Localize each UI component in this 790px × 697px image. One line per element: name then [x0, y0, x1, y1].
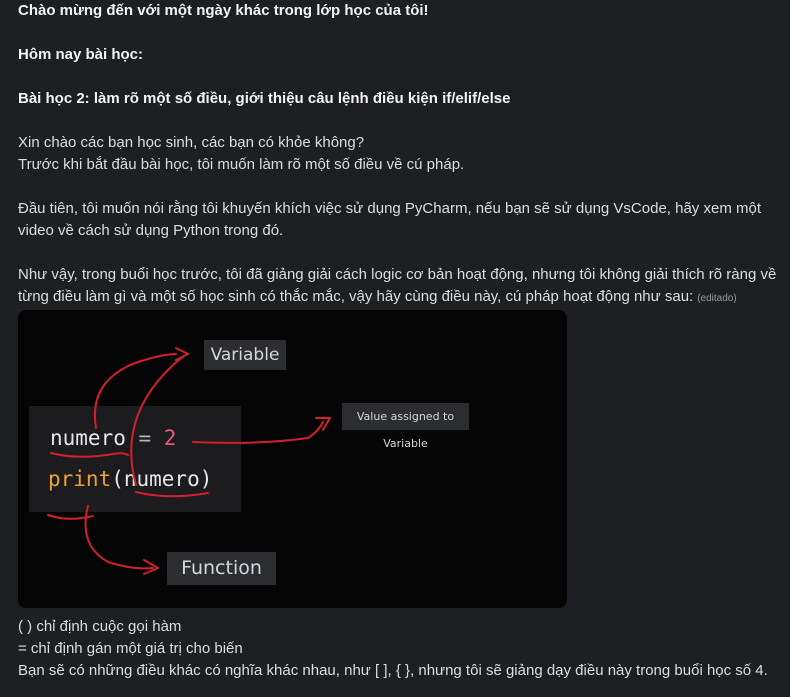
annotation-arrows [47, 347, 331, 575]
note-function-call: ( ) chỉ định cuộc gọi hàm [18, 618, 182, 635]
greeting-text: Chào mừng đến với một ngày khác trong lớ… [18, 2, 429, 19]
paragraph-3-line-1: Như vậy, trong buổi học trước, tôi đã gi… [18, 266, 777, 283]
paragraph-3-line-2: từng điều làm gì và một số học sinh có t… [18, 288, 694, 305]
paragraph-1-line-1: Xin chào các bạn học sinh, các bạn có kh… [18, 134, 365, 151]
edited-tag: (editado) [697, 293, 737, 304]
today-lesson-label: Hôm nay bài học: [18, 46, 144, 63]
paragraph-2-line-1: Đầu tiên, tôi muốn nói rằng tôi khuyến k… [18, 200, 761, 217]
arrow-to-value [192, 421, 324, 444]
arrow-to-function [84, 505, 154, 570]
paragraph-3-line-2-wrap: từng điều làm gì và một số học sinh có t… [18, 286, 737, 310]
note-assignment: = chỉ định gán một giá trị cho biến [18, 640, 243, 657]
paragraph-2-line-2: video về cách sử dụng Python trong đó. [18, 222, 284, 239]
lesson-title: Bài học 2: làm rõ một số điều, giới thiệ… [18, 90, 511, 107]
note-other-symbols: Bạn sẽ có những điều khác có nghĩa khác … [18, 662, 768, 679]
paragraph-1-line-2: Trước khi bắt đầu bài học, tôi muốn làm … [18, 156, 465, 173]
arrow-to-variable [93, 353, 177, 429]
image-attachment[interactable]: numero = 2 print(numero) Variable Value … [18, 310, 567, 608]
underline-variable [50, 452, 129, 458]
